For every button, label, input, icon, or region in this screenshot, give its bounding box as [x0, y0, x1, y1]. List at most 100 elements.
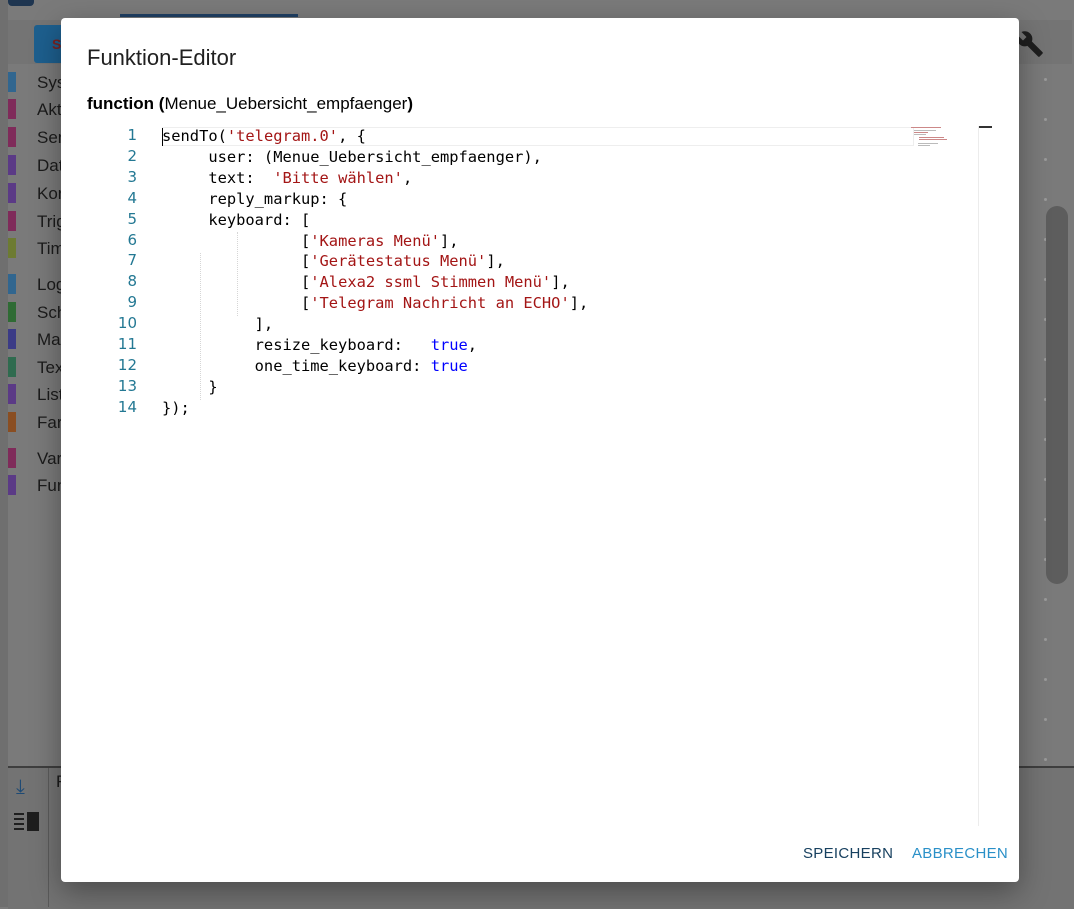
line-number: 5 [127, 209, 137, 228]
function-editor-dialog: Funktion-Editor function (Menue_Uebersic… [61, 18, 1019, 882]
string-token: 'Gerätestatus Menü' [310, 252, 487, 271]
code-token: ], [551, 273, 570, 292]
line-number: 8 [127, 272, 137, 291]
category-color-bar [8, 183, 16, 203]
code-token: keyboard: [ [162, 210, 311, 229]
category-color-bar [8, 329, 16, 349]
code-token: [ [162, 231, 311, 250]
category-color-bar [8, 412, 16, 432]
left-edge [0, 0, 8, 907]
category-label[interactable]: Kor [37, 184, 63, 204]
line-number: 4 [127, 188, 137, 207]
line-number: 9 [127, 293, 137, 312]
function-keyword: function [87, 94, 155, 113]
code-token: ], [440, 231, 459, 250]
code-token: , { [338, 127, 366, 145]
category-label[interactable]: Dat [37, 156, 63, 176]
keyword-token: true [430, 356, 468, 375]
editor-ruler [978, 126, 979, 826]
code-line[interactable]: one_time_keyboard: true [162, 356, 468, 377]
category-color-bar [8, 357, 16, 377]
top-button[interactable] [8, 0, 34, 6]
code-line[interactable]: ['Gerätestatus Menü'], [162, 251, 505, 272]
toolbar-button-label: S [52, 36, 62, 52]
code-line[interactable]: } [162, 377, 218, 398]
category-color-bar [8, 448, 16, 468]
code-token: resize_keyboard: [162, 336, 431, 354]
signature-close-paren: ) [407, 94, 413, 113]
minimize-icon[interactable] [978, 126, 992, 128]
category-color-bar [8, 238, 16, 258]
line-number: 7 [127, 251, 137, 270]
line-number: 12 [117, 355, 137, 374]
code-line[interactable]: reply_markup: { [162, 189, 347, 210]
code-token: , [467, 336, 478, 354]
string-token: 'Kameras Menü' [310, 231, 440, 250]
category-color-bar [8, 72, 16, 92]
grid-dot [1044, 198, 1047, 201]
code-line[interactable]: ['Telegram Nachricht an ECHO'], [162, 293, 588, 314]
category-color-bar [8, 475, 16, 495]
string-token: 'Bitte wählen' [273, 168, 403, 187]
line-number: 3 [127, 167, 137, 186]
code-token: }); [162, 398, 190, 417]
grid-dot [1044, 158, 1047, 161]
category-color-bar [8, 211, 16, 231]
function-name: Menue_Uebersicht_empfaenger [164, 94, 408, 113]
code-token: sendTo( [162, 127, 227, 145]
dialog-title: Funktion-Editor [87, 45, 237, 70]
code-token: } [162, 377, 218, 396]
code-token: [ [162, 273, 311, 292]
function-signature: function (Menue_Uebersicht_empfaenger) [87, 94, 413, 114]
bottom-panel-toolbar [8, 768, 49, 907]
line-number: 13 [117, 376, 137, 395]
category-color-bar [8, 384, 16, 404]
code-token: [ [162, 252, 311, 271]
string-token: 'telegram.0' [226, 127, 339, 145]
line-number: 14 [117, 397, 137, 416]
line-number: 11 [117, 335, 137, 353]
code-line[interactable]: ['Alexa2 ssml Stimmen Menü'], [162, 272, 570, 293]
category-label[interactable]: Var [37, 449, 62, 469]
category-label[interactable]: Ma [37, 330, 61, 350]
code-editor[interactable]: 1 2 3 4 5 6 7 8 9 10 11 12 13 14 sendTo('telegram.0',… [87, 126, 979, 826]
category-label[interactable]: Far [37, 413, 63, 433]
code-token: text: [162, 168, 274, 187]
code-line[interactable]: resize_keyboard: true, [162, 335, 477, 356]
string-token: 'Alexa2 ssml Stimmen Menü' [310, 273, 552, 292]
category-color-bar [8, 127, 16, 147]
workspace-scrollbar[interactable] [1046, 206, 1068, 584]
code-area[interactable]: sendTo('telegram.0', { user: (Menue_Uebe… [162, 126, 978, 826]
code-line[interactable]: ['Kameras Menü'], [162, 231, 459, 252]
wrench-icon[interactable] [1016, 30, 1044, 58]
list-toggle-icon[interactable] [14, 810, 40, 834]
minimap[interactable] [909, 126, 949, 150]
category-label[interactable]: List [37, 385, 63, 405]
line-number: 6 [127, 230, 137, 249]
code-line[interactable]: }); [162, 398, 190, 419]
line-number: 10 [117, 314, 137, 333]
grid-dot [1044, 598, 1047, 601]
keyword-token: true [430, 336, 468, 354]
line-number: 1 [127, 126, 137, 144]
download-icon[interactable]: ⤓ [16, 776, 25, 799]
code-token: [ [162, 294, 311, 313]
cancel-button[interactable]: ABBRECHEN [912, 845, 1008, 862]
code-token: ], [162, 315, 274, 334]
code-line[interactable]: user: (Menue_Uebersicht_empfaenger), [162, 147, 542, 168]
grid-dot [1044, 678, 1047, 681]
save-button[interactable]: SPEICHERN [803, 845, 893, 862]
grid-dot [1044, 758, 1047, 761]
code-token: , [402, 168, 413, 187]
grid-dot [1044, 718, 1047, 721]
category-label[interactable]: Akt [37, 100, 62, 120]
string-token: 'Telegram Nachricht an ECHO' [310, 294, 570, 313]
category-color-bar [8, 99, 16, 119]
code-line[interactable]: text: 'Bitte wählen', [162, 168, 412, 189]
code-token: ], [486, 252, 505, 271]
code-line[interactable]: keyboard: [ [162, 210, 310, 231]
category-label[interactable]: Tex [37, 358, 63, 378]
code-line[interactable]: ], [162, 314, 274, 335]
category-color-bar [8, 155, 16, 175]
code-line[interactable]: sendTo('telegram.0', { [162, 126, 366, 147]
